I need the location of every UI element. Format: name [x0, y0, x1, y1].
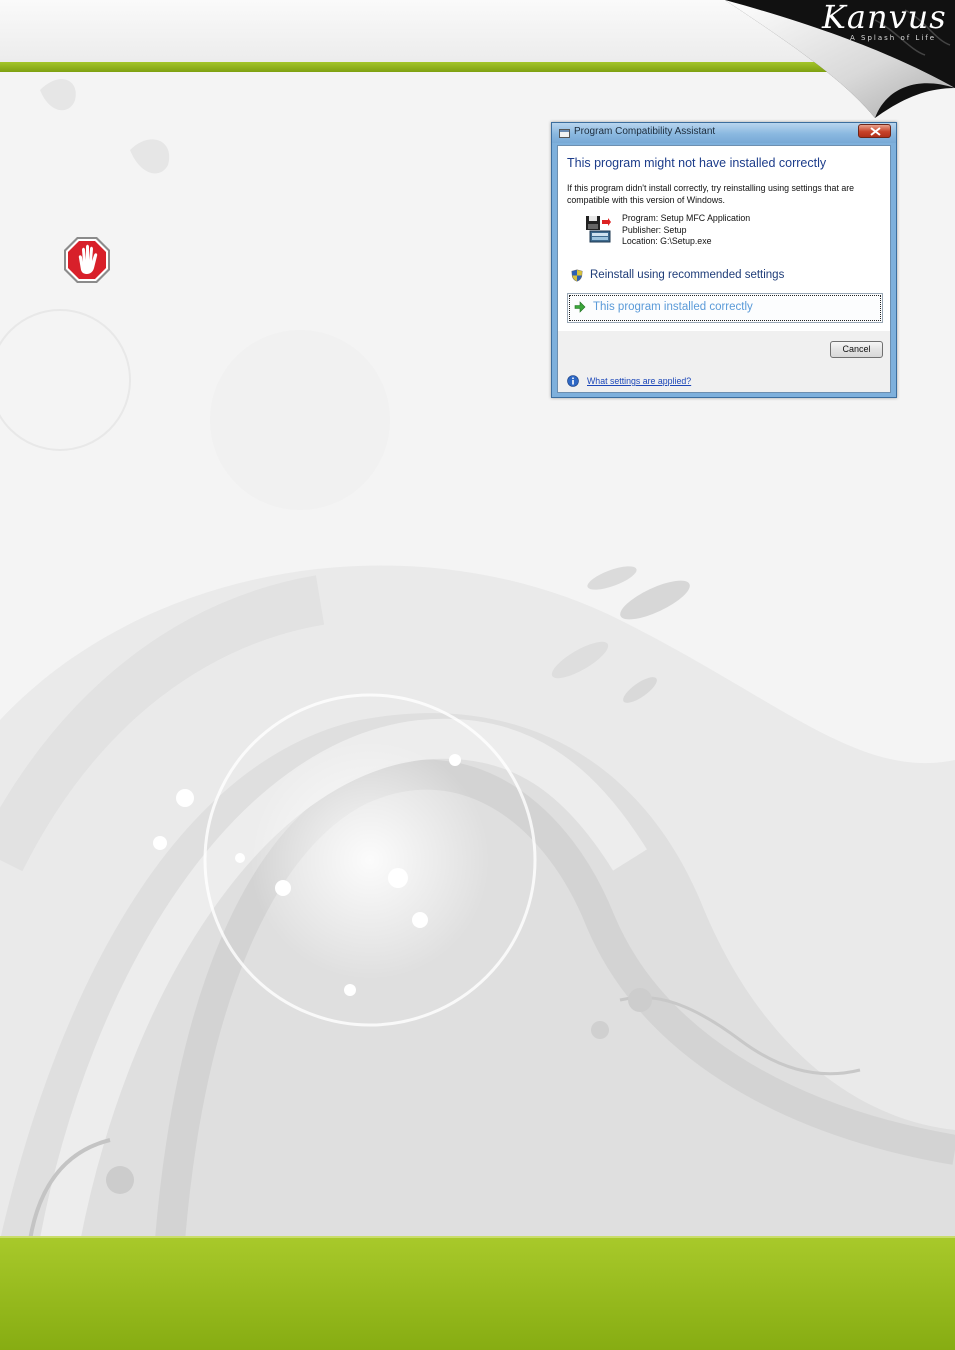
- brand-logo: Kanvus: [822, 0, 947, 36]
- close-icon: [870, 127, 881, 136]
- stop-hand-icon: [64, 237, 110, 283]
- dialog-titlebar[interactable]: Program Compatibility Assistant: [552, 123, 896, 143]
- shield-icon: [571, 269, 583, 282]
- window-icon: [559, 129, 570, 138]
- installed-correctly-label: This program installed correctly: [593, 301, 753, 313]
- dialog-footer: Cancel What settings are applied?: [558, 331, 890, 392]
- green-arrow-icon: [574, 301, 586, 313]
- footer-band: [0, 1236, 955, 1350]
- dialog-heading: This program might not have installed co…: [567, 156, 827, 170]
- brand-tagline: A Splash of Life: [850, 34, 937, 42]
- dialog-body: This program might not have installed co…: [557, 145, 891, 393]
- publisher-line: Publisher: Setup: [622, 224, 687, 235]
- program-line: Program: Setup MFC Application: [622, 213, 751, 223]
- dialog-description: If this program didn't install correctly…: [567, 183, 855, 205]
- compatibility-dialog: Program Compatibility Assistant This pro…: [551, 122, 897, 398]
- reinstall-option[interactable]: Reinstall using recommended settings: [571, 268, 871, 284]
- close-button[interactable]: [858, 124, 891, 138]
- floppy-disk-icon: [586, 216, 611, 243]
- settings-help-link[interactable]: What settings are applied?: [587, 376, 691, 386]
- cancel-button[interactable]: Cancel: [830, 341, 883, 358]
- dialog-title: Program Compatibility Assistant: [574, 126, 716, 137]
- location-line: Location: G:\Setup.exe: [622, 236, 712, 246]
- info-icon: [567, 375, 579, 387]
- installed-correctly-option[interactable]: This program installed correctly: [567, 293, 883, 323]
- reinstall-label: Reinstall using recommended settings: [590, 269, 785, 281]
- program-details: Program: Setup MFC Application Publisher…: [622, 213, 750, 248]
- manual-page: Kanvus A Splash of Life Program Compatib…: [0, 0, 955, 1350]
